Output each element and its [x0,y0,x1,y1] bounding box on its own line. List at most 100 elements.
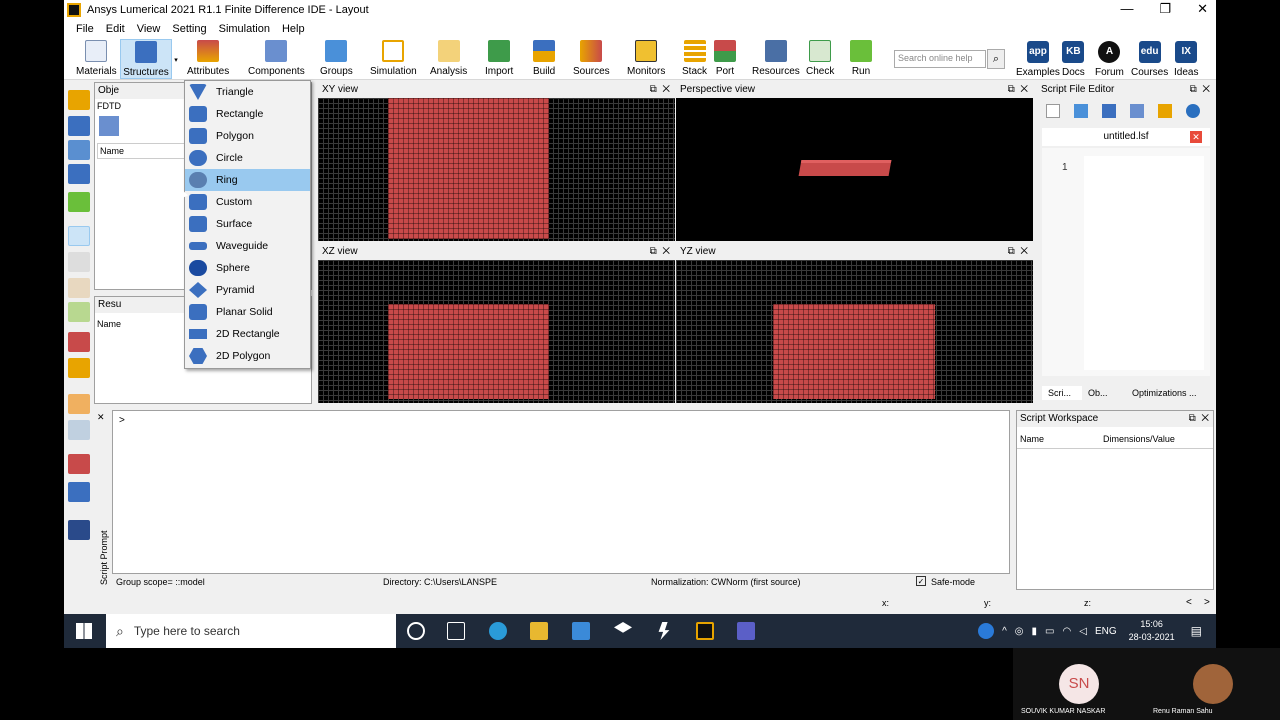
menu-help[interactable]: Help [276,23,311,35]
view-z-icon[interactable] [68,520,90,540]
folder-icon[interactable] [1158,104,1172,118]
lumerical-taskbar-icon[interactable] [696,622,714,640]
clock[interactable]: 15:06 28-03-2021 [1129,618,1175,644]
structure-item-planar-solid[interactable]: Planar Solid [185,301,310,323]
array-tool-icon[interactable] [68,164,90,184]
add-object-icon[interactable] [99,116,119,136]
monitors-button[interactable]: Monitors [627,40,665,77]
resources-button[interactable]: Resources [752,40,800,77]
delete-icon[interactable] [68,192,90,212]
avatar[interactable]: SN [1059,664,1099,704]
edge-icon[interactable] [489,622,507,640]
mail-icon[interactable] [572,622,590,640]
structure-item-rectangle[interactable]: Rectangle [185,103,310,125]
structure-item-2d-polygon[interactable]: 2D Polygon [185,345,310,367]
prompt-close-icon[interactable]: ✕ [97,412,105,423]
open-file-icon[interactable] [1074,104,1088,118]
select-pointer-icon[interactable] [68,226,90,246]
new-file-icon[interactable] [1046,104,1060,118]
close-button[interactable]: ✕ [1197,0,1208,18]
scroll-right-icon[interactable]: > [1204,597,1210,608]
courses-button[interactable]: edu Courses [1131,41,1168,78]
stack-button[interactable]: Stack [682,40,707,77]
sources-button[interactable]: Sources [573,40,610,77]
attributes-button[interactable]: Attributes [187,40,229,77]
xz-structure[interactable] [388,304,549,399]
forum-button[interactable]: A Forum [1095,41,1124,78]
menu-setting[interactable]: Setting [166,23,212,35]
xy-structure[interactable] [388,98,549,239]
microphone-icon[interactable]: ▮ [1032,626,1038,637]
structure-item-2d-rectangle[interactable]: 2D Rectangle [185,323,310,345]
structure-item-surface[interactable]: Surface [185,213,310,235]
structure-item-waveguide[interactable]: Waveguide [185,235,310,257]
minimize-button[interactable]: — [1120,0,1133,18]
structures-dropdown-arrow[interactable]: ▾ [172,40,180,64]
view-y-icon[interactable] [68,482,90,502]
tab-optimizations[interactable]: Optimizations ... [1126,386,1203,400]
materials-button[interactable]: Materials [76,40,117,77]
structures-button[interactable]: Structures [120,39,172,79]
structure-item-triangle[interactable]: Triangle [185,81,310,103]
zoom-icon[interactable] [68,252,90,272]
save-as-icon[interactable] [1130,104,1144,118]
network-icon[interactable]: ◎ [1015,626,1024,637]
examples-button[interactable]: app Examples [1016,41,1060,78]
refresh-icon[interactable] [1186,104,1200,118]
menu-simulation[interactable]: Simulation [213,23,276,35]
perspective-view[interactable]: Perspective view ⧉ ✕ [676,82,1033,241]
restore-button[interactable]: ❐ [1159,0,1171,18]
ideas-button[interactable]: IX Ideas [1174,41,1198,78]
teams-icon[interactable] [737,622,755,640]
view-x-icon[interactable] [68,454,90,474]
build-button[interactable]: Build [533,40,555,77]
components-button[interactable]: Components [248,40,305,77]
help-icon[interactable] [978,623,995,639]
tab-script[interactable]: Scri... [1042,386,1082,400]
notifications-icon[interactable]: ▤ [1191,624,1202,638]
menu-file[interactable]: File [70,23,100,35]
groups-button[interactable]: Groups [320,40,353,77]
script-tab[interactable]: untitled.lsf ✕ [1042,128,1210,146]
avatar[interactable] [1193,664,1233,704]
port-button[interactable]: Port [714,40,736,77]
triangle-tool-icon[interactable] [68,116,90,136]
docs-button[interactable]: KB Docs [1062,41,1085,78]
menu-edit[interactable]: Edit [100,23,131,35]
menu-view[interactable]: View [131,23,167,35]
search-icon[interactable]: ⌕ [987,49,1005,69]
table-icon[interactable] [68,420,90,440]
structure-item-custom[interactable]: Custom [185,191,310,213]
scroll-left-icon[interactable]: < [1186,597,1192,608]
analysis-button[interactable]: Analysis [430,40,467,77]
grid-icon[interactable] [68,394,90,414]
close-tab-icon[interactable]: ✕ [1190,131,1202,143]
yz-view[interactable]: YZ view ⧉ ✕ [676,244,1033,403]
structure-item-pyramid[interactable]: Pyramid [185,279,310,301]
structure-item-circle[interactable]: Circle [185,147,310,169]
check-button[interactable]: Check [806,40,834,77]
edit-pencil-icon[interactable] [68,90,90,110]
task-view-icon[interactable] [447,622,465,640]
tab-objects[interactable]: Ob... [1082,386,1126,400]
safe-mode-checkbox[interactable]: ✓ [916,576,926,586]
lightning-app-icon[interactable] [658,622,670,640]
file-explorer-icon[interactable] [530,622,548,640]
chevron-up-icon[interactable]: ^ [1002,626,1007,637]
zoom-extent-icon[interactable] [68,332,90,352]
script-prompt-area[interactable]: > [112,410,1010,574]
perspective-structure[interactable] [798,160,892,176]
taskbar-search-box[interactable]: ⌕ Type here to search [106,614,396,648]
ruler-icon[interactable] [68,358,90,378]
structure-item-ring[interactable]: Ring [185,169,310,191]
pyramid-tool-icon[interactable] [68,140,90,160]
save-icon[interactable] [1102,104,1116,118]
xz-view[interactable]: XZ view ⧉ ✕ [318,244,675,403]
script-editor-area[interactable]: 1 [1042,148,1210,376]
pan-hand-icon[interactable] [68,278,90,298]
cortana-icon[interactable] [407,622,425,640]
structure-item-sphere[interactable]: Sphere [185,257,310,279]
dropbox-icon[interactable] [614,622,632,633]
import-button[interactable]: Import [485,40,513,77]
structure-item-polygon[interactable]: Polygon [185,125,310,147]
